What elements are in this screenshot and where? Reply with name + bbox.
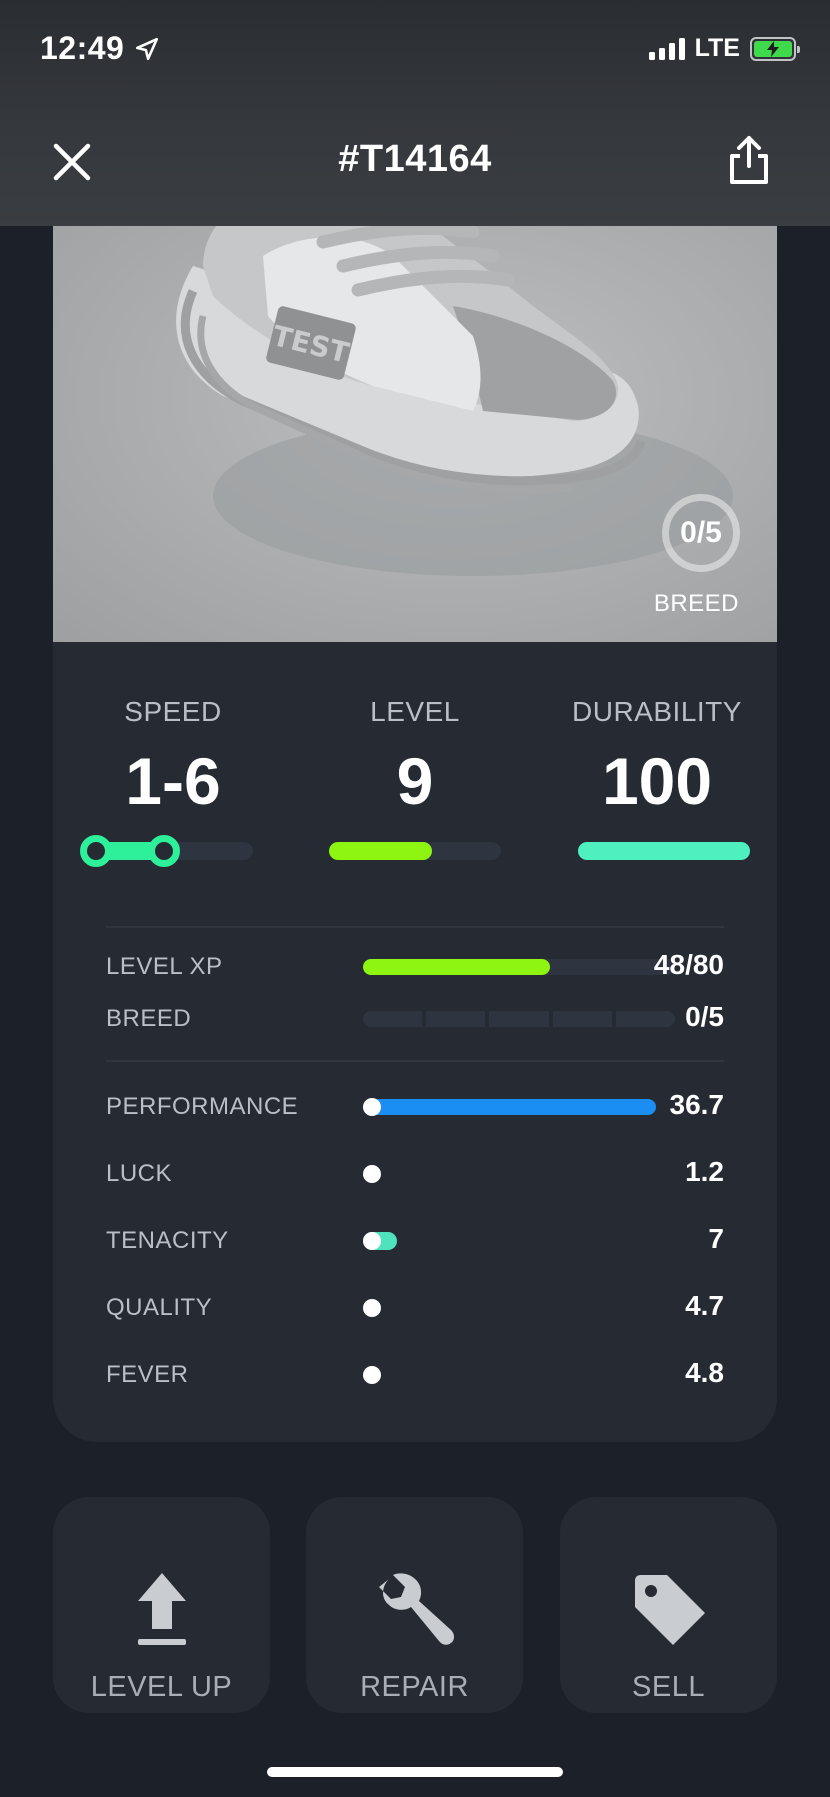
attribute-row-quality: QUALITY 4.7	[106, 1290, 724, 1330]
header: 12:49 LTE #T14164	[0, 0, 830, 226]
speed-stat: SPEED 1-6	[53, 696, 293, 816]
speed-label: SPEED	[124, 696, 222, 727]
repair-label: REPAIR	[360, 1671, 469, 1703]
attribute-label: QUALITY	[106, 1294, 213, 1321]
attribute-value: 36.7	[669, 1089, 725, 1120]
status-time: 12:49	[40, 30, 160, 67]
speed-min-handle	[80, 835, 112, 867]
signal-icon	[648, 37, 685, 60]
breed-segment	[489, 1011, 549, 1027]
fever-dot	[363, 1366, 381, 1384]
level-xp-bar	[363, 959, 675, 975]
level-xp-label: LEVEL XP	[106, 953, 223, 980]
divider	[106, 1060, 724, 1062]
attribute-label: PERFORMANCE	[106, 1093, 299, 1120]
level-bar	[329, 842, 501, 860]
level-label: LEVEL	[370, 696, 460, 727]
level-up-button[interactable]: LEVEL UP	[53, 1497, 270, 1713]
action-bar: LEVEL UP REPAIR SELL	[53, 1497, 777, 1713]
level-bar-fill	[329, 842, 432, 860]
attribute-label: TENACITY	[106, 1227, 229, 1254]
breed-segment	[363, 1011, 423, 1027]
breed-segment	[552, 1011, 612, 1027]
nav-bar: #T14164	[0, 130, 830, 194]
sell-button[interactable]: SELL	[560, 1497, 777, 1713]
location-arrow-icon	[136, 37, 159, 60]
status-indicators: LTE	[648, 34, 800, 63]
share-button[interactable]	[726, 134, 772, 186]
repair-button[interactable]: REPAIR	[306, 1497, 523, 1713]
battery-icon	[750, 36, 800, 61]
sell-label: SELL	[632, 1671, 705, 1703]
level-xp-value: 48/80	[653, 949, 724, 980]
durability-label: DURABILITY	[572, 696, 742, 727]
speed-max-handle	[148, 835, 180, 867]
durability-stat: DURABILITY 100	[537, 696, 777, 816]
performance-bar	[363, 1099, 656, 1115]
attribute-row-luck: LUCK 1.2	[106, 1156, 724, 1196]
charging-bolt-icon	[767, 40, 779, 57]
attribute-row-performance: PERFORMANCE 36.7	[106, 1089, 724, 1129]
divider	[106, 926, 724, 928]
attribute-value: 7	[708, 1223, 724, 1254]
attribute-label: LUCK	[106, 1160, 173, 1187]
level-stat: LEVEL 9	[295, 696, 535, 816]
durability-value: 100	[601, 744, 713, 818]
attribute-row-fever: FEVER 4.8	[106, 1357, 724, 1397]
quality-dot	[363, 1299, 381, 1317]
nft-detail-screen: 12:49 LTE #T14164 TEST 0/5 BREED SPEED 1…	[0, 0, 830, 1797]
breed-count-text: 0/5	[680, 516, 722, 549]
network-label: LTE	[694, 34, 740, 62]
level-up-label: LEVEL UP	[90, 1671, 233, 1703]
attribute-value: 1.2	[685, 1156, 724, 1187]
luck-dot	[363, 1165, 381, 1183]
breed-caption: BREED	[653, 590, 739, 617]
sneaker-illustration: TEST	[176, 196, 733, 576]
breed-row-label: BREED	[106, 1005, 192, 1032]
attribute-value: 4.8	[685, 1357, 724, 1388]
level-value: 9	[396, 744, 434, 818]
durability-bar-fill	[578, 842, 750, 860]
price-tag-icon	[629, 1571, 709, 1651]
performance-dot	[363, 1098, 381, 1116]
breed-segment-bar	[363, 1011, 676, 1027]
attribute-label: FEVER	[106, 1361, 189, 1388]
breed-segment	[615, 1011, 676, 1027]
page-title: #T14164	[338, 138, 492, 180]
breed-row-value: 0/5	[685, 1001, 724, 1032]
breed-count-badge: 0/5	[662, 494, 740, 572]
sneaker-card: TEST 0/5 BREED SPEED 1-6 LEVEL 9 DURABIL…	[53, 196, 777, 1442]
level-xp-fill	[363, 959, 550, 975]
primary-stats: SPEED 1-6 LEVEL 9 DURABILITY 100	[53, 696, 777, 876]
level-up-icon	[134, 1571, 190, 1651]
sneaker-image: TEST 0/5 BREED	[53, 196, 777, 642]
breed-segment	[426, 1011, 486, 1027]
breed-row: BREED 0/5	[106, 1001, 724, 1041]
tenacity-dot	[363, 1232, 381, 1250]
share-icon	[730, 136, 768, 184]
speed-range-bar	[80, 835, 253, 867]
attribute-row-tenacity: TENACITY 7	[106, 1223, 724, 1263]
speed-value: 1-6	[125, 744, 221, 818]
attribute-value: 4.7	[685, 1290, 724, 1321]
durability-bar	[578, 842, 750, 860]
wrench-icon	[375, 1571, 455, 1651]
level-xp-row: LEVEL XP 48/80	[106, 949, 724, 989]
status-time-text: 12:49	[40, 30, 125, 66]
home-indicator	[267, 1767, 563, 1777]
